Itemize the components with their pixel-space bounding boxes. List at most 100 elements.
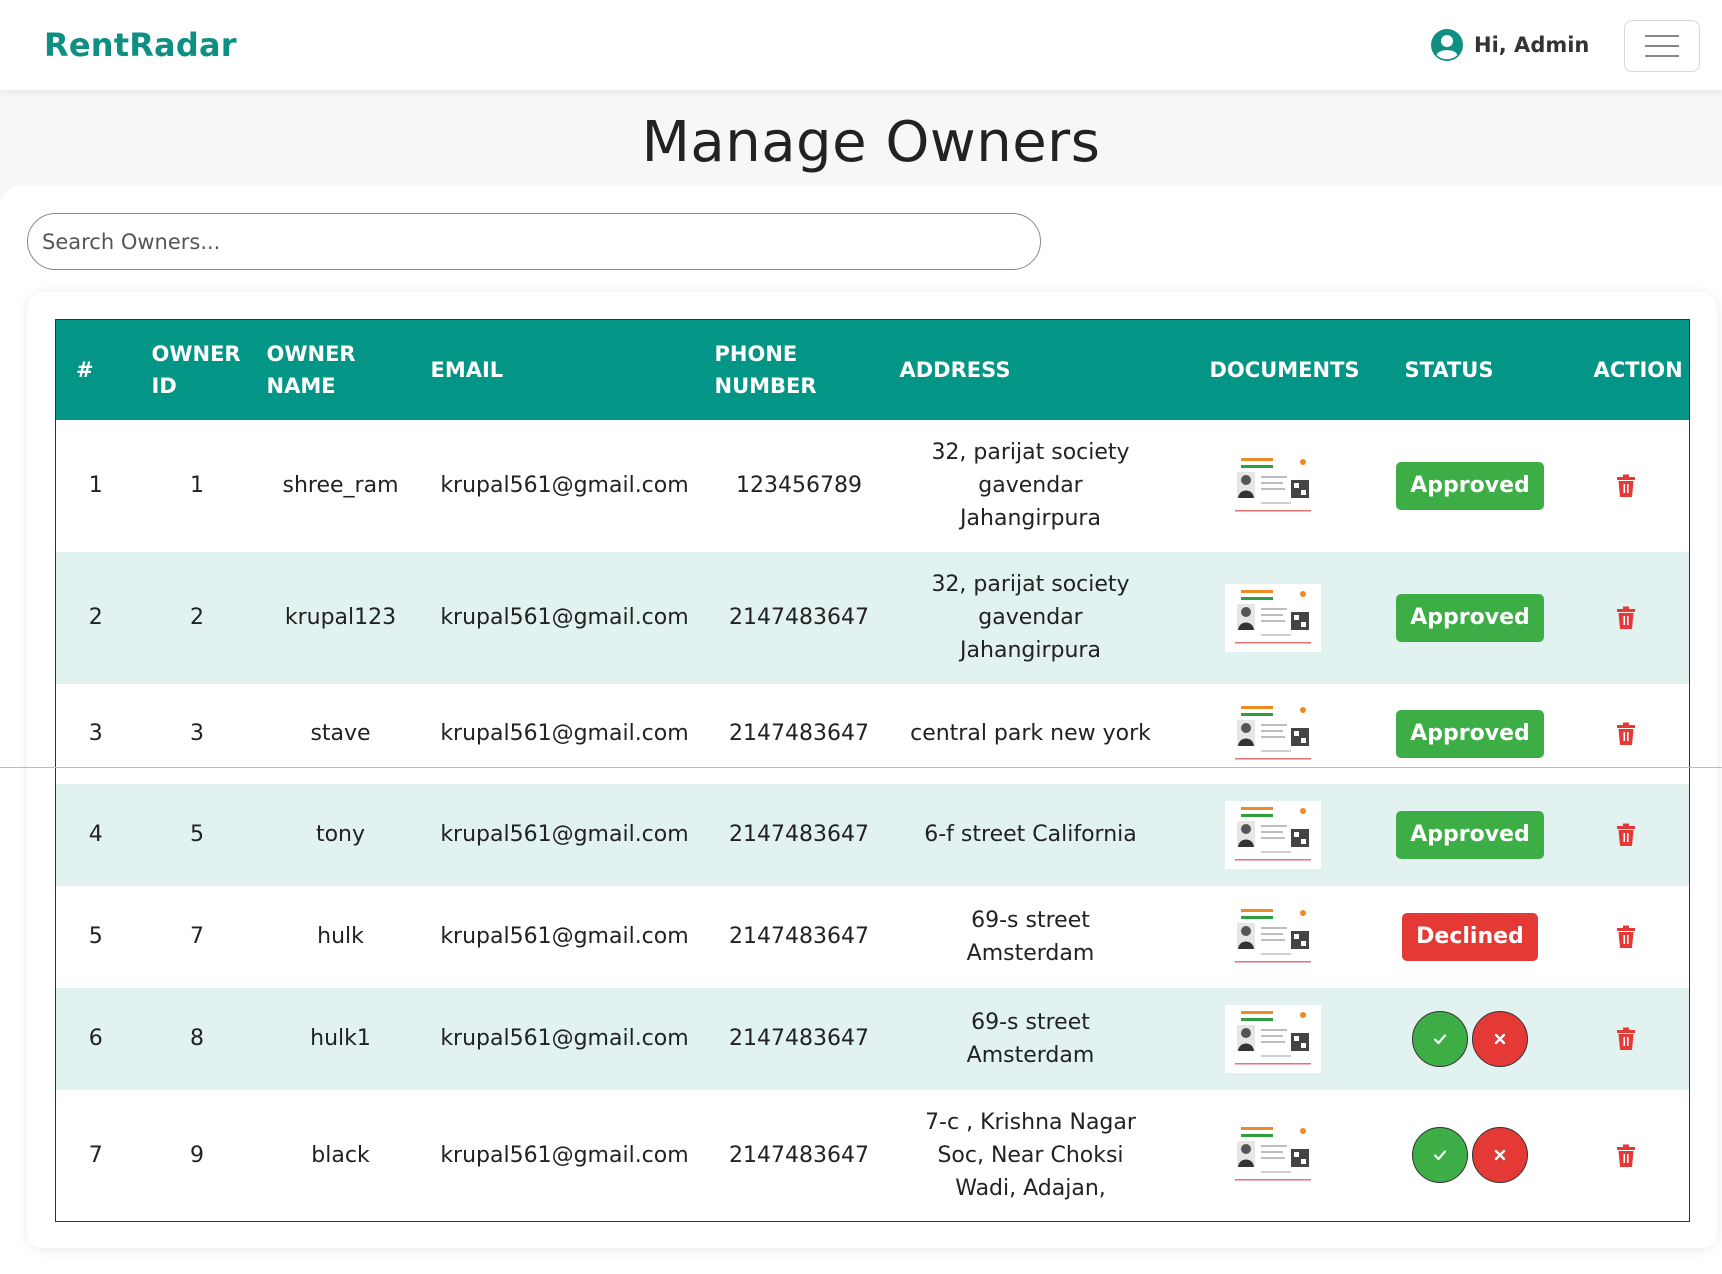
address-line: gavendar [978,605,1083,630]
documents-cell [1170,420,1377,552]
row-number: 2 [88,605,103,630]
greeting-label: Hi, Admin [1474,33,1590,57]
address-line: central park new york [910,721,1151,746]
owner-phone: 2147483647 [729,822,869,847]
col-header-number: # [76,357,94,382]
status-cell: Approved [1377,784,1564,886]
documents-cell [1170,784,1377,886]
action-cell [1564,784,1690,886]
trash-icon[interactable] [1615,474,1637,498]
col-header-status: STATUS [1404,357,1494,382]
owner-phone: 2147483647 [729,1026,869,1051]
owner-phone: 2147483647 [729,605,869,630]
status-cell [1377,988,1564,1090]
row-number: 3 [88,721,103,746]
row-number: 4 [88,822,103,847]
col-header-address: ADDRESS [899,357,1011,382]
owners-table: # OWNER ID OWNER NAME EMAIL PHONE NUMBER… [55,319,1690,1222]
owner-phone: 2147483647 [729,721,869,746]
table-row: 4 5 tony krupal561@gmail.com 2147483647 6-f s… [55,783,1690,886]
table-row: 2 2 krupal123 krupal561@gmail.com 2147483647… [55,551,1690,684]
status-badge: Declined [1402,912,1538,961]
owner-name: shree_ram [282,473,399,498]
owner-id: 9 [190,1142,204,1168]
table-header-row: # OWNER ID OWNER NAME EMAIL PHONE NUMBER… [55,319,1690,420]
trash-icon[interactable] [1615,606,1637,630]
trash-icon[interactable] [1615,722,1637,746]
owner-phone: 123456789 [736,473,862,498]
action-cell [1564,684,1690,784]
owner-id: 5 [190,822,204,847]
account-circle-icon [1431,29,1463,61]
owner-email: krupal561@gmail.com [440,605,689,630]
trash-icon[interactable] [1615,1144,1637,1168]
owner-email: krupal561@gmail.com [440,822,689,847]
address-line: 7-c , Krishna Nagar [925,1109,1136,1135]
address-line: Jahangirpura [960,506,1101,531]
decline-button[interactable] [1472,1010,1528,1067]
navbar: RentRadar Hi, Admin [0,0,1722,90]
owner-name: stave [310,721,371,746]
owner-name: hulk [317,924,364,949]
col-header-documents: DOCUMENTS [1209,357,1360,382]
status-cell: Approved [1377,552,1564,684]
approve-button[interactable] [1412,1010,1468,1067]
documents-cell [1170,988,1377,1090]
id-card-document-icon[interactable] [1225,902,1321,971]
owner-address: central park new york [892,684,1170,784]
col-header-owner-id: OWNER ID [151,341,241,398]
row-number: 5 [88,924,103,949]
search-input[interactable] [27,213,1041,270]
brand-logo[interactable]: RentRadar [44,26,237,64]
owner-name: tony [315,822,366,847]
status-cell: Approved [1377,420,1564,552]
documents-cell [1170,552,1377,684]
user-menu[interactable]: Hi, Admin [1430,28,1589,62]
id-card-document-icon[interactable] [1225,699,1321,768]
owner-address: 32, parijat society gavendar Jahangirpura [892,552,1170,684]
row-number: 7 [88,1142,103,1168]
owner-id: 2 [190,605,204,630]
id-card-document-icon[interactable] [1225,1121,1321,1190]
owner-email: krupal561@gmail.com [440,1026,689,1051]
owner-address: 69-s street Amsterdam [892,886,1170,988]
id-card-document-icon[interactable] [1225,583,1321,652]
id-card-document-icon[interactable] [1225,1004,1321,1073]
table-row: 3 3 stave krupal561@gmail.com 2147483647 cent… [56,684,1690,784]
hamburger-menu-icon [1645,35,1679,37]
id-card-document-icon[interactable] [1225,451,1321,520]
address-line: 69-s street [971,1009,1090,1035]
close-icon [1492,1031,1508,1047]
table-row: 1 1 shree_ram krupal561@gmail.com 123456789 3… [56,420,1690,552]
trash-icon[interactable] [1615,925,1637,949]
action-cell [1564,988,1690,1090]
hamburger-menu-button[interactable] [1624,20,1700,72]
close-icon [1492,1147,1508,1163]
owner-id: 8 [190,1026,204,1051]
col-header-phone: PHONE NUMBER [714,341,817,398]
documents-cell [1170,684,1377,784]
col-header-email: EMAIL [430,357,504,382]
trash-icon[interactable] [1615,823,1637,847]
address-line: 32, parijat society [931,440,1130,465]
owner-address: 32, parijat society gavendar Jahangirpura [892,420,1170,552]
address-line: 69-s street [971,907,1090,933]
table-row: 7 9 black krupal561@gmail.com 2147483647 7-c … [56,1090,1690,1222]
id-card-document-icon[interactable] [1225,800,1321,869]
status-badge: Approved [1396,593,1544,642]
owner-email: krupal561@gmail.com [440,924,689,949]
table-row: 6 8 hulk1 krupal561@gmail.com 2147483647 69-s… [55,987,1690,1090]
trash-icon[interactable] [1615,1027,1637,1051]
approve-button[interactable] [1412,1127,1468,1184]
owner-phone: 2147483647 [729,1142,869,1168]
divider-line [0,767,1722,768]
owner-id: 7 [190,924,204,949]
decline-button[interactable] [1472,1127,1528,1184]
table-row: 5 7 hulk krupal561@gmail.com 2147483647 69-s … [56,886,1690,988]
action-cell [1564,420,1690,552]
owner-name: krupal123 [284,605,397,630]
address-line: gavendar [978,473,1083,498]
owner-phone: 2147483647 [729,924,869,949]
hamburger-bar [1645,55,1679,57]
owner-name: black [311,1142,370,1168]
